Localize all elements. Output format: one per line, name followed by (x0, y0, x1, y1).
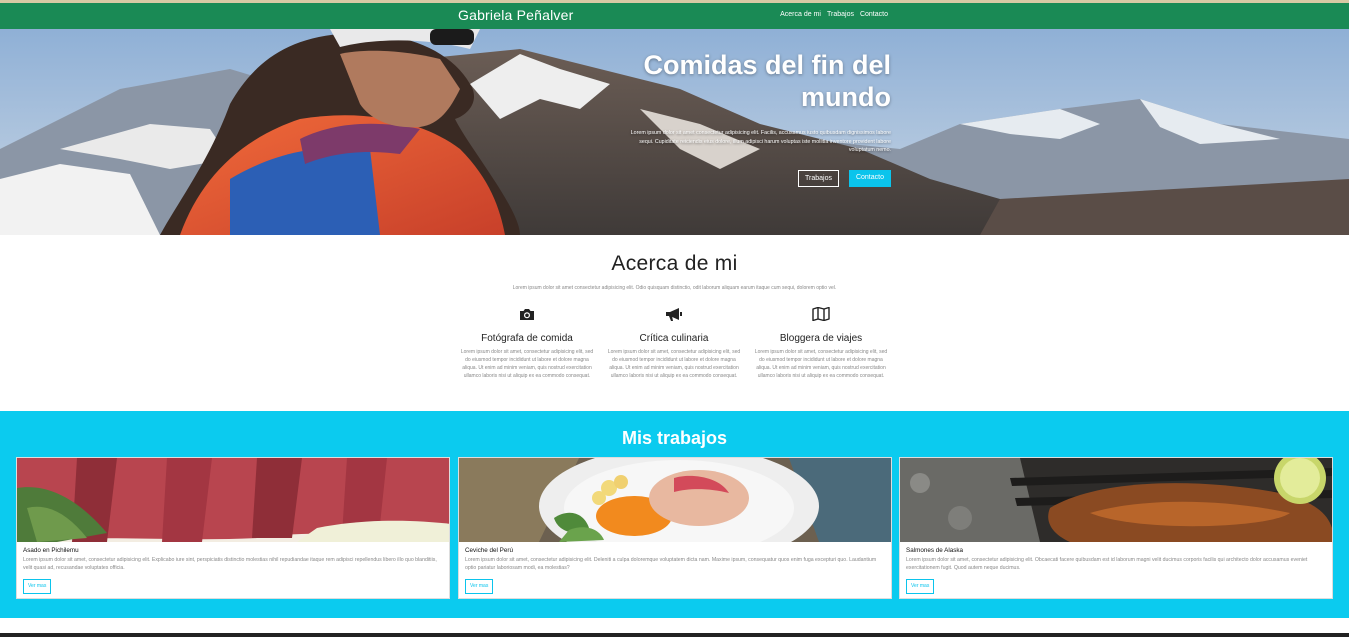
feature-title: Fotógrafa de comida (481, 333, 573, 344)
salmones-image (900, 458, 1332, 542)
work-card-salmones: Salmones de Alaska Lorem ipsum dolor sit… (899, 457, 1333, 599)
ceviche-image (459, 458, 891, 542)
feature-text: Lorem ipsum dolor sit amet, consectetur … (754, 349, 888, 379)
work-card-ceviche: Ceviche del Perú Lorem ipsum dolor sit a… (458, 457, 892, 599)
about-intro: Lorem ipsum dolor sit amet consectetur a… (512, 285, 837, 291)
nav-link-acerca[interactable]: Acerca de mi (780, 11, 821, 18)
feature-title: Bloggera de viajes (779, 333, 863, 344)
feature-food-photographer: Fotógrafa de comida Lorem ipsum dolor si… (459, 305, 595, 380)
works-title: Mis trabajos (621, 428, 728, 448)
hero-contacto-button[interactable]: Contacto (848, 170, 891, 187)
hero-title: Comidas del fin del mundo (643, 50, 891, 112)
card-title: Salmones de Alaska (906, 547, 964, 554)
about-section: Acerca de mi Lorem ipsum dolor sit amet … (0, 235, 1349, 411)
feature-text: Lorem ipsum dolor sit amet, consectetur … (607, 349, 741, 379)
work-card-asado: Asado en Pichilemu Lorem ipsum dolor sit… (16, 457, 450, 599)
ver-mas-button[interactable]: Ver mas (465, 579, 494, 594)
hero-description: Lorem ipsum dolor sit amet consectetur a… (630, 130, 891, 154)
about-title: Acerca de mi (611, 252, 738, 275)
feature-travel-blogger: Bloggera de viajes Lorem ipsum dolor sit… (753, 305, 889, 380)
card-title: Ceviche del Perú (465, 547, 513, 554)
card-text: Lorem ipsum dolor sit amet, consectetur … (23, 557, 437, 571)
brand-name[interactable]: Gabriela Peñalver (458, 7, 573, 23)
map-icon (753, 305, 889, 323)
nav-link-trabajos[interactable]: Trabajos (827, 11, 854, 18)
feature-title: Crítica culinaria (639, 333, 709, 344)
card-title: Asado en Pichilemu (23, 547, 79, 554)
card-text: Lorem ipsum dolor sit amet, consectetur … (906, 557, 1308, 571)
camera-icon (459, 305, 595, 323)
works-section: Mis trabajos Asado en Pichilemu Lorem ip… (0, 411, 1349, 618)
navbar: Gabriela Peñalver Acerca de mi Trabajos … (0, 3, 1349, 29)
ver-mas-button[interactable]: Ver mas (906, 579, 935, 594)
asado-image (17, 458, 449, 542)
card-text: Lorem ipsum dolor sit amet, consectetur … (465, 557, 877, 571)
hero-section: Comidas del fin del mundo Lorem ipsum do… (0, 29, 1349, 235)
hero-trabajos-button[interactable]: Trabajos (797, 170, 839, 187)
ver-mas-button[interactable]: Ver mas (23, 579, 52, 594)
megaphone-icon (606, 305, 742, 323)
hero-buttons: Trabajos Contacto (797, 170, 891, 187)
nav-link-contacto[interactable]: Contacto (860, 11, 888, 18)
feature-food-critic: Crítica culinaria Lorem ipsum dolor sit … (606, 305, 742, 380)
feature-text: Lorem ipsum dolor sit amet, consectetur … (460, 349, 594, 379)
nav-links: Acerca de mi Trabajos Contacto (780, 11, 888, 18)
footer-edge (0, 633, 1349, 637)
